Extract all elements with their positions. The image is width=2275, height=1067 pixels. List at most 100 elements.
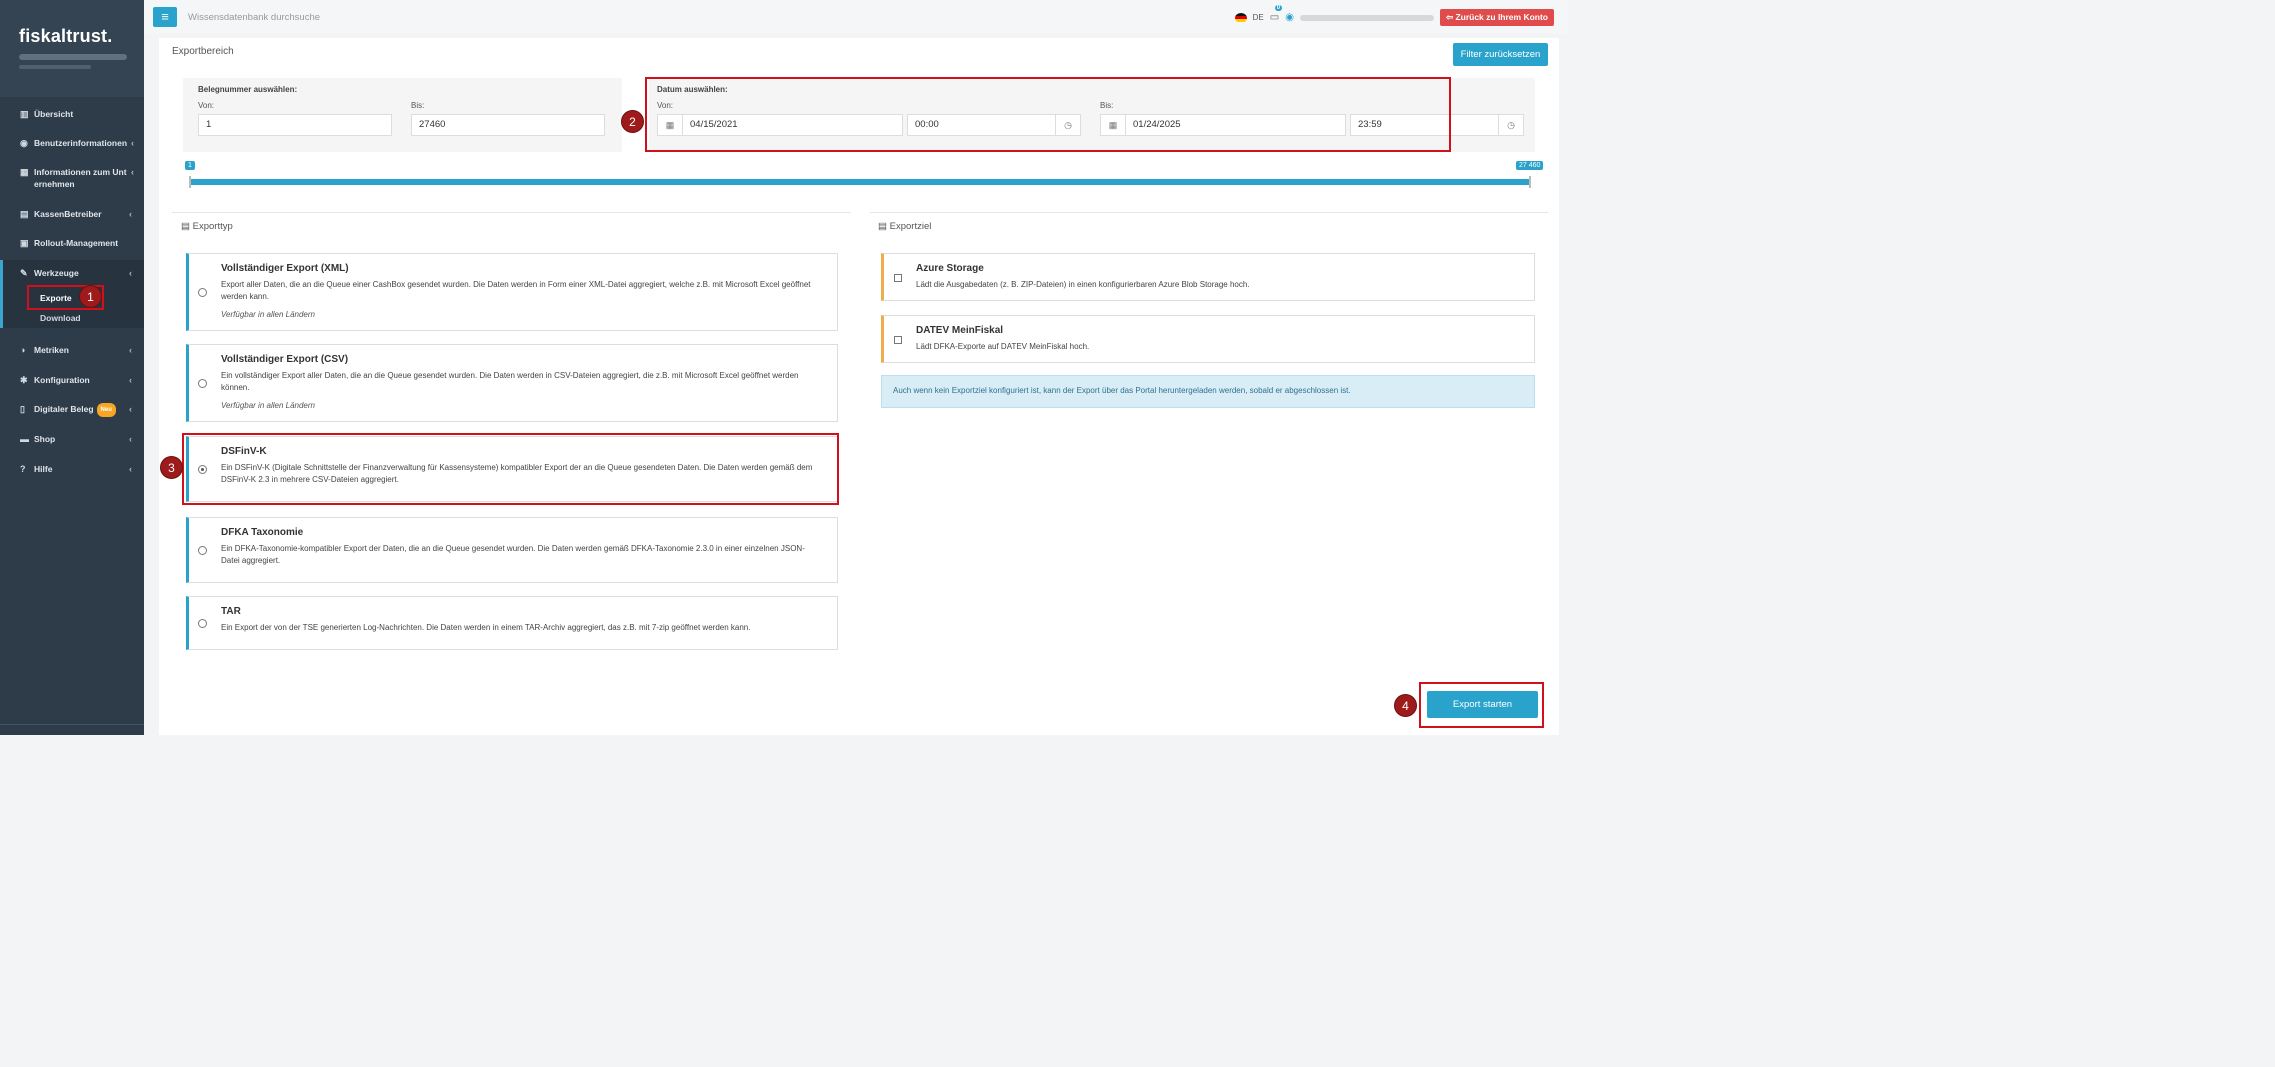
export-type-heading: ▤ Exporttyp xyxy=(181,221,233,232)
highlight-box xyxy=(182,433,839,505)
slider-max-handle[interactable] xyxy=(1529,176,1531,188)
chevron-left-icon: ‹ xyxy=(131,138,134,148)
menu-toggle-button[interactable]: ≡ xyxy=(153,7,177,27)
cart-icon[interactable]: ▭ 0 xyxy=(1270,5,1283,23)
sidebar-divider xyxy=(0,724,144,725)
export-type-card-dfka[interactable]: DFKA Taxonomie Ein DFKA-Taxonomie-kompat… xyxy=(186,517,838,583)
user-icon: ◉ xyxy=(20,138,28,148)
account-subtitle-redacted xyxy=(19,65,91,69)
receipt-number-panel: Belegnummer auswählen: Von: Bis: 1 27460 xyxy=(183,78,622,152)
highlight-box xyxy=(1419,682,1544,728)
sidebar-item-label-cont: ernehmen xyxy=(34,179,75,189)
receipt-from-input[interactable]: 1 xyxy=(198,114,392,136)
clock-icon[interactable]: ◷ xyxy=(1498,114,1524,136)
chevron-left-icon: ‹ xyxy=(129,375,132,385)
export-type-title: TAR xyxy=(221,606,241,617)
top-bar: ≡ Wissensdatenbank durchsuche DE ▭ 0 ◉ ⇦ … xyxy=(144,0,1568,34)
chevron-left-icon: ‹ xyxy=(129,434,132,444)
export-target-description: Lädt DFKA-Exporte auf DATEV MeinFiskal h… xyxy=(916,342,1090,351)
new-badge: Neu xyxy=(96,403,116,417)
knowledge-search-input[interactable]: Wissensdatenbank durchsuche xyxy=(188,12,320,23)
file-icon: ▤ xyxy=(878,221,887,232)
highlight-box xyxy=(645,77,1451,152)
step-marker-2: 2 xyxy=(621,110,644,133)
export-type-radio[interactable] xyxy=(198,379,207,388)
step-marker-4: 4 xyxy=(1394,694,1417,717)
dashboard-icon: ▥ xyxy=(20,109,29,119)
receipt-from-label: Von: xyxy=(198,101,215,110)
export-type-radio[interactable] xyxy=(198,546,207,555)
credit-card-icon: ▬ xyxy=(20,434,29,444)
sidebar-item-label: Übersicht xyxy=(34,109,74,119)
gears-icon: ✱ xyxy=(20,375,28,385)
export-type-radio[interactable] xyxy=(198,619,207,628)
export-target-card-datev[interactable]: DATEV MeinFiskal Lädt DFKA-Exporte auf D… xyxy=(881,315,1535,363)
sidebar-item-uebersicht[interactable]: ▥ Übersicht xyxy=(0,108,144,120)
sidebar-item-label: Digitaler Beleg xyxy=(34,404,94,414)
language-label[interactable]: DE xyxy=(1253,13,1264,22)
sidebar-item-label: Rollout-Management xyxy=(34,238,119,248)
receipt-range-slider[interactable] xyxy=(190,179,1530,185)
user-email-redacted xyxy=(1299,14,1434,21)
sidebar-item-unternehmen[interactable]: ▦ Informationen zum Unt ernehmen ‹ xyxy=(0,166,144,190)
sidebar-item-metriken[interactable]: ◑ Metriken ‹ xyxy=(0,344,144,356)
user-circle-icon[interactable]: ◉ xyxy=(1285,12,1294,23)
sidebar-subitem-download[interactable]: Download xyxy=(40,313,81,323)
building-icon: ▦ xyxy=(20,167,29,177)
export-type-card-tar[interactable]: TAR Ein Export der von der TSE generiert… xyxy=(186,596,838,650)
export-target-title: DATEV MeinFiskal xyxy=(916,325,1004,336)
sidebar-item-digitaler-beleg[interactable]: ▯ Digitaler Beleg Neu ‹ xyxy=(0,403,144,417)
back-to-account-button[interactable]: ⇦ Zurück zu Ihrem Konto xyxy=(1439,9,1554,26)
export-target-heading-label: Exportziel xyxy=(889,221,932,232)
sidebar-item-label: Benutzerinformationen xyxy=(34,138,128,148)
export-target-checkbox[interactable] xyxy=(894,274,902,282)
export-type-description: Ein DFKA-Taxonomie-kompatibler Export de… xyxy=(221,544,805,565)
receipt-to-input[interactable]: 27460 xyxy=(411,114,605,136)
sidebar-item-benutzerinformationen[interactable]: ◉ Benutzerinformationen ‹ xyxy=(0,137,144,149)
export-type-heading-label: Exporttyp xyxy=(192,221,233,232)
export-target-checkbox[interactable] xyxy=(894,336,902,344)
register-icon: ▤ xyxy=(20,209,29,219)
sidebar-item-label: Hilfe xyxy=(34,464,53,474)
sidebar-item-label: Metriken xyxy=(34,345,69,355)
export-type-card-xml[interactable]: Vollständiger Export (XML) Export aller … xyxy=(186,253,838,331)
help-icon: ? xyxy=(20,464,26,474)
sidebar-item-shop[interactable]: ▬ Shop ‹ xyxy=(0,433,144,445)
wrench-icon: ✎ xyxy=(20,268,28,278)
page-title: Exportbereich xyxy=(172,46,234,57)
export-type-title: Vollständiger Export (CSV) xyxy=(221,354,349,365)
export-type-radio[interactable] xyxy=(198,288,207,297)
export-type-card-csv[interactable]: Vollständiger Export (CSV) Ein vollständ… xyxy=(186,344,838,422)
chevron-left-icon: ‹ xyxy=(129,404,132,414)
export-type-title: Vollständiger Export (XML) xyxy=(221,263,349,274)
export-target-heading: ▤ Exportziel xyxy=(878,221,931,232)
receipt-number-heading: Belegnummer auswählen: xyxy=(198,85,298,94)
chevron-down-icon: ‹ xyxy=(129,268,132,278)
sidebar-header: fiskaltrust. xyxy=(0,0,144,97)
slider-min-label: 1 xyxy=(185,161,195,170)
divider xyxy=(870,212,1548,213)
export-type-description: Export aller Daten, die an die Queue ein… xyxy=(221,280,811,301)
divider xyxy=(172,212,851,213)
back-to-account-label: Zurück zu Ihrem Konto xyxy=(1455,12,1548,22)
chevron-left-icon: ‹ xyxy=(129,209,132,219)
export-type-description: Ein Export der von der TSE generierten L… xyxy=(221,623,751,632)
sidebar-item-konfiguration[interactable]: ✱ Konfiguration ‹ xyxy=(0,374,144,386)
german-flag-icon[interactable] xyxy=(1234,12,1247,23)
export-target-card-azure[interactable]: Azure Storage Lädt die Ausgabedaten (z. … xyxy=(881,253,1535,301)
sidebar-item-label: Werkzeuge xyxy=(34,268,79,278)
sidebar-item-kassenbetreiber[interactable]: ▤ KassenBetreiber ‹ xyxy=(0,208,144,220)
chevron-left-icon: ‹ xyxy=(129,345,132,355)
logo: fiskaltrust. xyxy=(19,26,113,46)
sidebar-item-hilfe[interactable]: ? Hilfe ‹ xyxy=(0,463,144,475)
sidebar-item-rollout[interactable]: ▣ Rollout-Management xyxy=(0,237,144,249)
slider-min-handle[interactable] xyxy=(189,176,191,188)
export-type-title: DFKA Taxonomie xyxy=(221,527,304,538)
step-marker-3: 3 xyxy=(160,456,183,479)
filter-reset-button[interactable]: Filter zurücksetzen xyxy=(1453,43,1548,66)
export-target-info: Auch wenn kein Exportziel konfiguriert i… xyxy=(881,375,1535,408)
phone-icon: ▯ xyxy=(20,404,25,414)
availability-note: Verfügbar in allen Ländern xyxy=(221,310,315,319)
slider-max-label: 27 460 xyxy=(1516,161,1544,170)
file-icon: ▤ xyxy=(181,221,190,232)
